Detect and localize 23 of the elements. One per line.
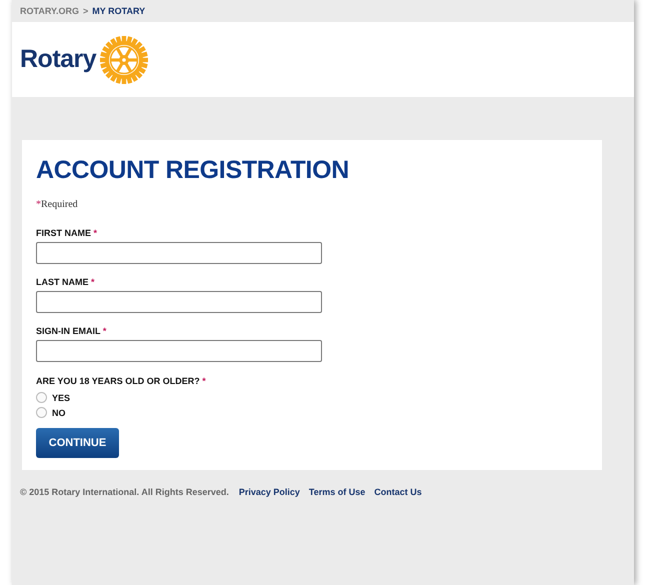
footer-link[interactable]: Contact Us [374, 487, 422, 497]
field-label: LAST NAME * [36, 277, 96, 287]
breadcrumb-link[interactable]: MY ROTARY [92, 6, 146, 16]
field-label: SIGN-IN EMAIL * [36, 326, 108, 336]
text-input-field[interactable] [36, 291, 322, 313]
required-note: *Required [36, 199, 79, 210]
gear-wheel-logo-icon [99, 34, 150, 84]
radio-label: NO [52, 408, 66, 418]
logo-wordmark: Rotary [20, 45, 96, 74]
copyright-text: © 2015 Rotary International. All Rights Reserved. [20, 487, 229, 497]
text-input-field[interactable] [36, 242, 322, 264]
text-input-field[interactable] [36, 340, 322, 362]
question-label: ARE YOU 18 YEARS OLD OR OLDER? * [36, 376, 207, 386]
page-title: ACCOUNT REGISTRATION [36, 156, 350, 185]
radio-button[interactable] [36, 392, 47, 403]
footer-link[interactable]: Privacy Policy [238, 487, 300, 497]
field-label: FIRST NAME * [36, 228, 98, 238]
footer-link[interactable]: Terms of Use [308, 487, 366, 497]
continue-button[interactable]: CONTINUE [36, 428, 119, 458]
radio-button[interactable] [36, 407, 47, 418]
breadcrumb-link[interactable]: ROTARY.ORG [20, 6, 80, 16]
radio-label: YES [52, 392, 70, 402]
breadcrumb-separator: > [83, 6, 88, 16]
